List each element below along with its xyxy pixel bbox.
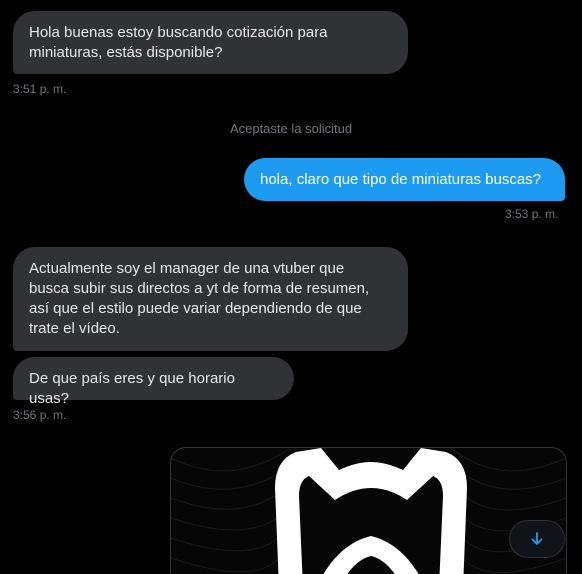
message-bubble-incoming[interactable]: De que país eres y que horario usas? (13, 357, 294, 407)
system-notice: Aceptaste la solicitud (229, 121, 353, 136)
message-bubble-outgoing[interactable]: hola, claro que tipo de miniaturas busca… (244, 158, 565, 201)
message-timestamp: 3:51 p. m. (13, 82, 67, 96)
message-timestamp: 3:56 p. m. (13, 408, 67, 422)
message-timestamp: 3:53 p. m. (505, 207, 559, 221)
fox-logo-image (171, 448, 566, 574)
arrow-down-icon (531, 532, 543, 545)
message-bubble-incoming[interactable]: Hola buenas estoy buscando cotización pa… (13, 11, 408, 74)
conversation-view: Hola buenas estoy buscando cotización pa… (0, 0, 582, 574)
message-bubble-incoming[interactable]: Actualmente soy el manager de una vtuber… (13, 247, 408, 351)
scroll-to-bottom-button[interactable] (509, 520, 565, 558)
image-attachment[interactable] (170, 447, 567, 574)
